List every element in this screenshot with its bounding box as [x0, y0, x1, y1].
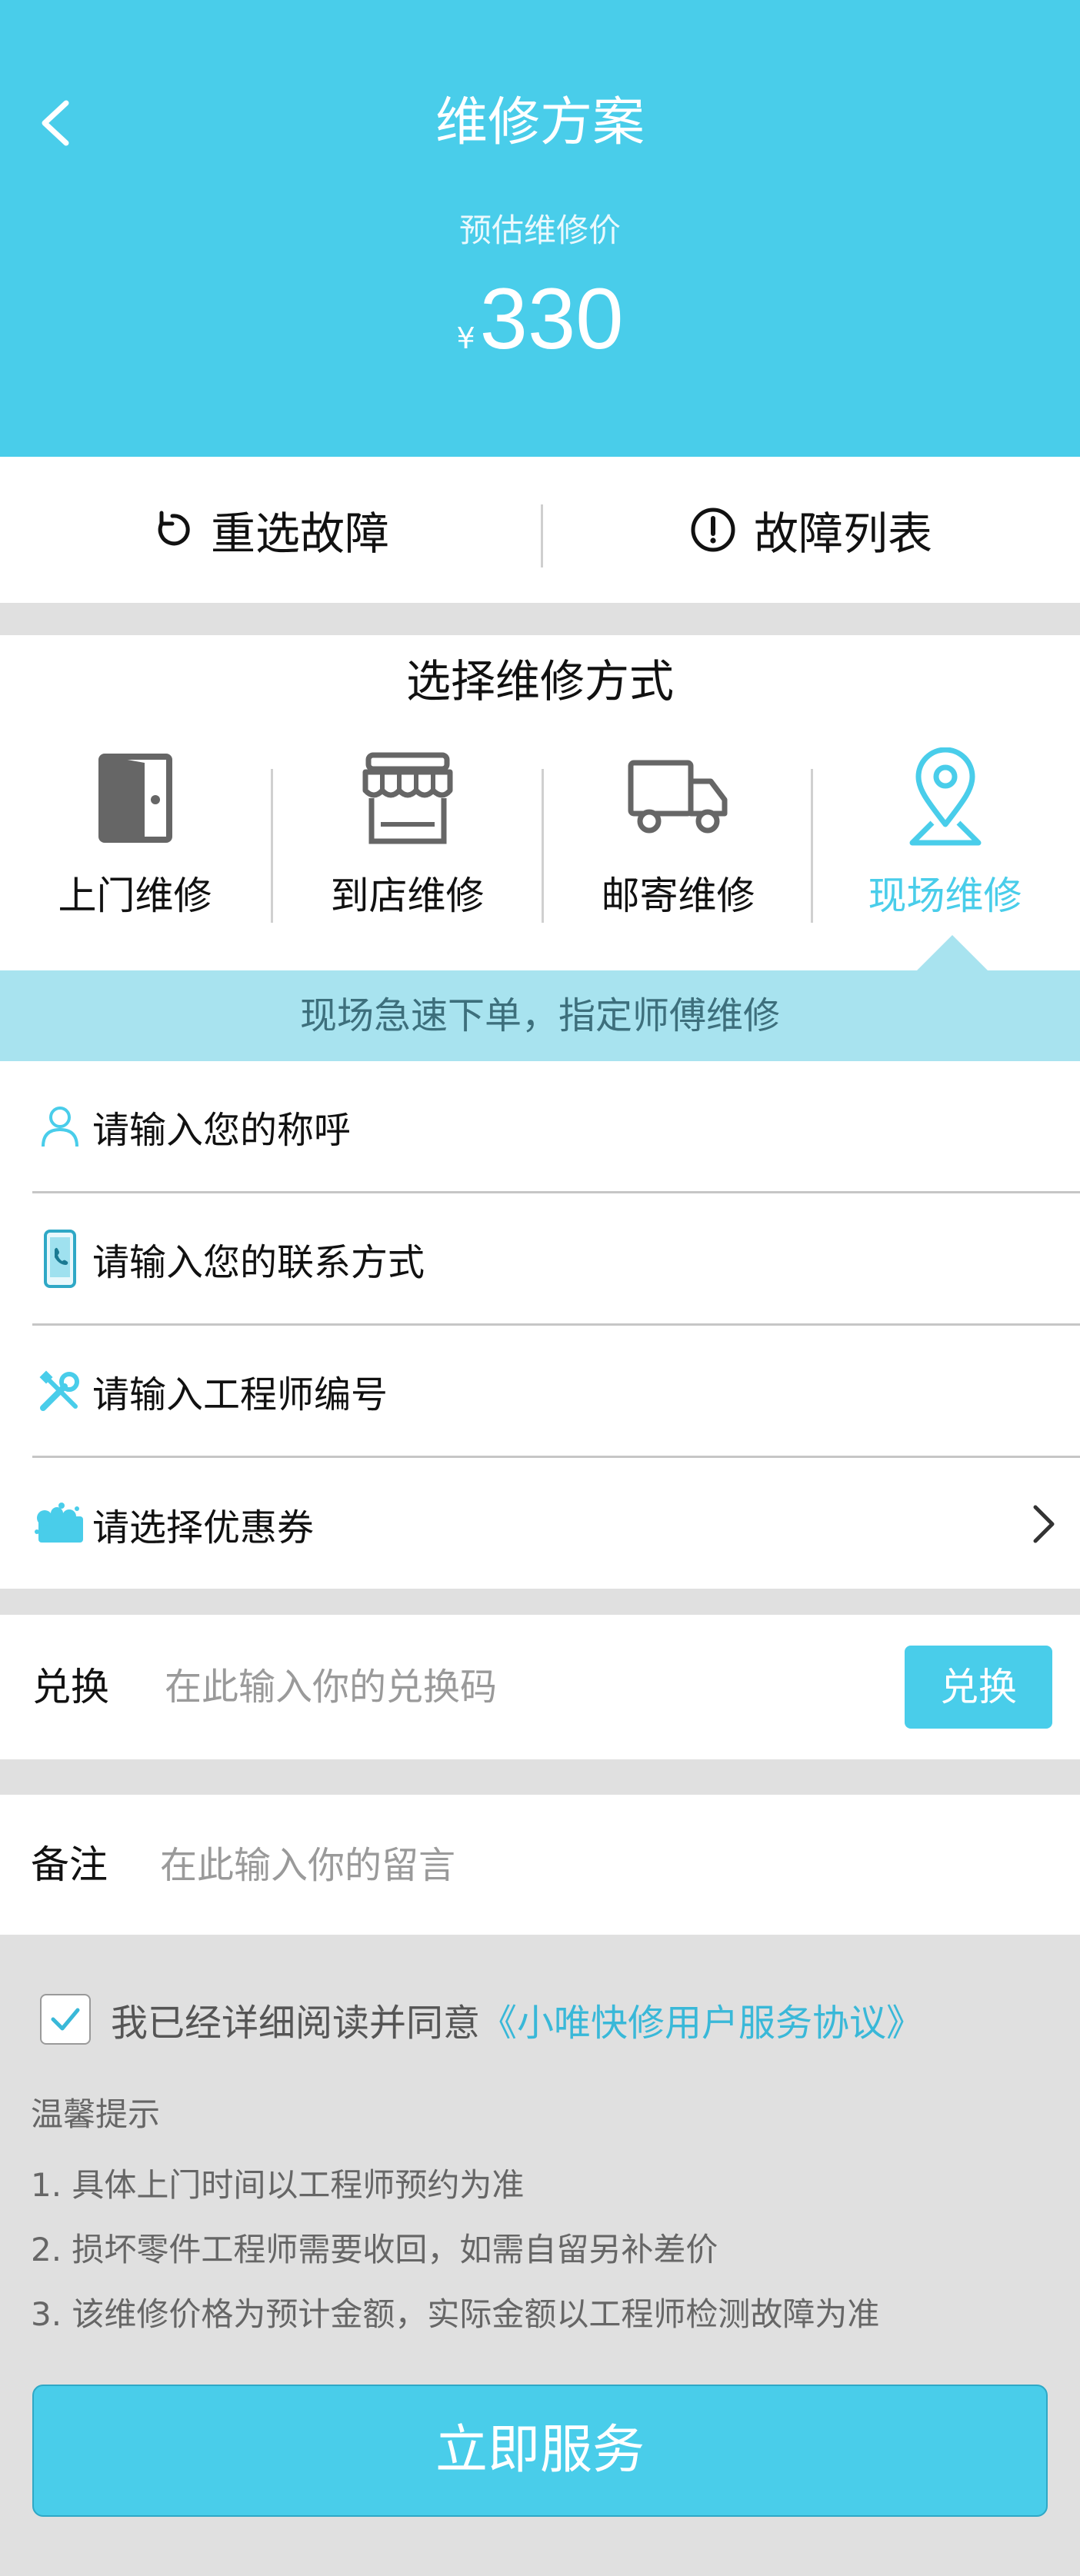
tip-item: 1. 具体上门时间以工程师预约为准	[31, 2166, 525, 2204]
engineer-placeholder: 请输入工程师编号	[92, 1373, 388, 1416]
fault-list-label: 故障列表	[753, 508, 932, 560]
exchange-code-input[interactable]	[163, 1649, 886, 1726]
selected-method-pointer	[917, 935, 988, 970]
engineer-field[interactable]: 请输入工程师编号	[32, 1326, 1080, 1458]
repair-method-section: 选择维修方式 上门维修 到店维修 邮寄维修 现场维修	[0, 635, 1080, 972]
truck-icon	[628, 760, 727, 834]
contact-form: 请输入您的称呼 请输入您的联系方式 请输入工程师编号 请选择优惠券	[0, 1061, 1080, 1589]
price-label: 预估维修价	[458, 211, 621, 249]
method-title: 选择维修方式	[405, 655, 674, 707]
reselect-fault-button[interactable]: 重选故障	[0, 457, 540, 603]
agreement-checkbox[interactable]	[40, 1994, 91, 2045]
phone-icon	[44, 1229, 76, 1288]
tips-title: 温馨提示	[31, 2095, 161, 2133]
method-option-home[interactable]: 上门维修	[0, 747, 270, 972]
exchange-label: 兑换	[32, 1665, 109, 1709]
alert-circle-icon	[691, 508, 735, 552]
store-icon	[362, 752, 452, 844]
method-label-home: 上门维修	[58, 874, 212, 918]
service-agreement-link[interactable]: 《小唯快修用户服务协议》	[480, 1992, 923, 2046]
name-placeholder: 请输入您的称呼	[92, 1108, 352, 1152]
door-icon	[98, 754, 172, 843]
contact-field[interactable]: 请输入您的联系方式	[32, 1193, 1080, 1326]
agreement-row: 我已经详细阅读并同意 《小唯快修用户服务协议》	[40, 1992, 1063, 2047]
action-bar: 重选故障 故障列表	[0, 457, 1080, 603]
chevron-right-icon	[1033, 1505, 1055, 1543]
exchange-section: 兑换 兑换	[0, 1615, 1080, 1759]
user-icon	[42, 1106, 78, 1147]
price-display: ¥330	[0, 265, 1080, 398]
tip-item: 3. 该维修价格为预计金额，实际金额以工程师检测故障为准	[31, 2295, 880, 2333]
fault-list-button[interactable]: 故障列表	[542, 457, 1080, 603]
remark-input[interactable]	[158, 1829, 1043, 1902]
method-option-store[interactable]: 到店维修	[272, 747, 542, 972]
reselect-fault-label: 重选故障	[210, 508, 389, 560]
agreement-text: 我已经详细阅读并同意	[111, 2002, 481, 2045]
checkmark-icon	[51, 2008, 80, 2031]
coupon-icon	[35, 1503, 83, 1543]
tools-icon	[39, 1370, 79, 1411]
method-label-store: 到店维修	[330, 874, 485, 918]
remark-section: 备注	[0, 1795, 1080, 1935]
serve-now-button[interactable]: 立即服务	[32, 2385, 1048, 2517]
method-label-onsite: 现场维修	[868, 874, 1022, 918]
method-hint: 现场急速下单，指定师傅维修	[0, 970, 1080, 1061]
name-field[interactable]: 请输入您的称呼	[32, 1061, 1080, 1193]
page-title: 维修方案	[435, 92, 645, 153]
method-option-mail[interactable]: 邮寄维修	[543, 747, 813, 972]
remark-label: 备注	[31, 1842, 108, 1887]
coupon-label: 请选择优惠券	[92, 1506, 315, 1549]
method-label-mail: 邮寄维修	[601, 874, 755, 918]
header: 维修方案 预估维修价 ¥330	[0, 0, 1080, 457]
refresh-icon	[158, 511, 190, 546]
tip-item: 2. 损坏零件工程师需要收回，如需自留另补差价	[31, 2231, 718, 2268]
coupon-selector[interactable]: 请选择优惠券	[32, 1458, 1080, 1590]
price-value: 330	[479, 271, 624, 367]
contact-placeholder: 请输入您的联系方式	[92, 1240, 425, 1284]
location-pin-icon	[909, 747, 981, 846]
currency-symbol: ¥	[456, 321, 475, 355]
exchange-button[interactable]: 兑换	[905, 1646, 1052, 1729]
